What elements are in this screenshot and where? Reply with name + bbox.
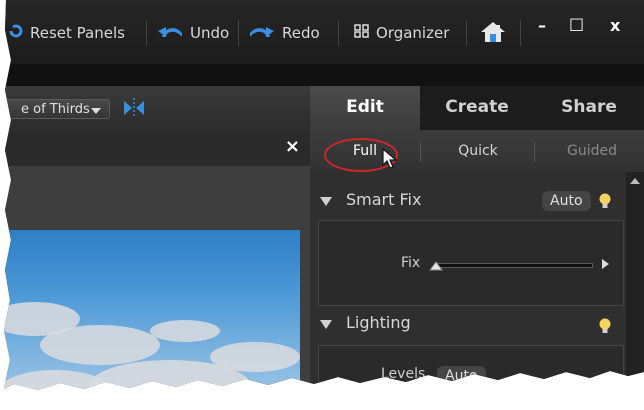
lighting-title: Lighting [346, 313, 411, 332]
redo-button[interactable]: Redo [248, 22, 320, 44]
app-window: Reset Panels Undo Redo Organizer – □ x e… [4, 0, 644, 390]
fix-slider-track[interactable] [437, 263, 593, 268]
mouse-cursor-icon [382, 147, 398, 174]
tab-edit[interactable]: Edit [310, 86, 420, 130]
collapse-triangle-icon [320, 197, 332, 206]
close-window-button[interactable]: x [610, 16, 620, 35]
lightbulb-icon[interactable] [598, 317, 612, 339]
flip-icon[interactable] [122, 97, 146, 123]
scroll-up-icon[interactable] [630, 178, 640, 184]
smart-fix-auto-button[interactable]: Auto [542, 191, 591, 211]
separator [520, 20, 521, 46]
close-document-button[interactable]: × [285, 136, 300, 157]
tab-guided[interactable]: Guided [542, 130, 642, 170]
undo-button[interactable]: Undo [156, 22, 229, 44]
slider-arrow-icon[interactable] [602, 259, 609, 269]
crop-overlay-value: e of Thirds [21, 102, 90, 117]
panel-scrollbar[interactable] [626, 172, 644, 390]
separator [238, 20, 239, 46]
image-canvas [4, 166, 310, 390]
cloud [4, 370, 110, 390]
cloud [40, 325, 160, 365]
lightbulb-icon[interactable] [598, 192, 612, 214]
organizer-button[interactable]: Organizer [354, 22, 449, 44]
redo-label: Redo [282, 24, 320, 42]
undo-icon [156, 23, 184, 43]
reset-panels-button[interactable]: Reset Panels [8, 22, 125, 44]
photo [4, 230, 300, 390]
lighting-body: Levels Auto [318, 345, 624, 390]
title-strip [4, 64, 644, 86]
redo-icon [248, 23, 276, 43]
fix-slider-thumb[interactable] [429, 257, 443, 276]
undo-label: Undo [190, 24, 230, 42]
reset-panels-icon [8, 23, 24, 43]
tab-quick[interactable]: Quick [428, 130, 528, 170]
tab-create[interactable]: Create [422, 86, 532, 130]
levels-label: Levels [381, 366, 426, 382]
smart-fix-body: Fix [318, 220, 624, 306]
separator [466, 20, 467, 46]
cloud [150, 320, 220, 342]
organizer-label: Organizer [376, 24, 450, 42]
maximize-button[interactable]: □ [569, 14, 584, 33]
edit-mode-tabs: Full Quick Guided [310, 130, 644, 172]
menu-bar: Reset Panels Undo Redo Organizer – □ x [4, 0, 644, 64]
chevron-down-icon [91, 108, 101, 114]
tool-options-bar: e of Thirds [4, 86, 310, 133]
separator [338, 20, 339, 46]
collapse-triangle-icon [320, 320, 332, 329]
cloud [90, 360, 250, 390]
smart-fix-title: Smart Fix [346, 190, 422, 209]
reset-panels-label: Reset Panels [30, 24, 125, 42]
edit-panel: Edit Create Share Full Quick Guided Smar… [310, 86, 644, 390]
smart-fix-header[interactable]: Smart Fix Auto [310, 186, 624, 216]
separator [420, 142, 421, 162]
panel-tabs: Edit Create Share [310, 86, 644, 130]
fix-label: Fix [401, 255, 421, 271]
tab-share[interactable]: Share [534, 86, 644, 130]
document-tab-bar: × [4, 132, 310, 167]
home-icon[interactable] [480, 20, 506, 48]
levels-auto-button[interactable]: Auto [437, 366, 486, 386]
separator [146, 20, 147, 46]
crop-overlay-select[interactable]: e of Thirds [6, 99, 110, 119]
minimize-button[interactable]: – [538, 16, 546, 35]
organizer-icon [354, 23, 370, 43]
lighting-header[interactable]: Lighting [310, 309, 624, 339]
separator [534, 142, 535, 162]
